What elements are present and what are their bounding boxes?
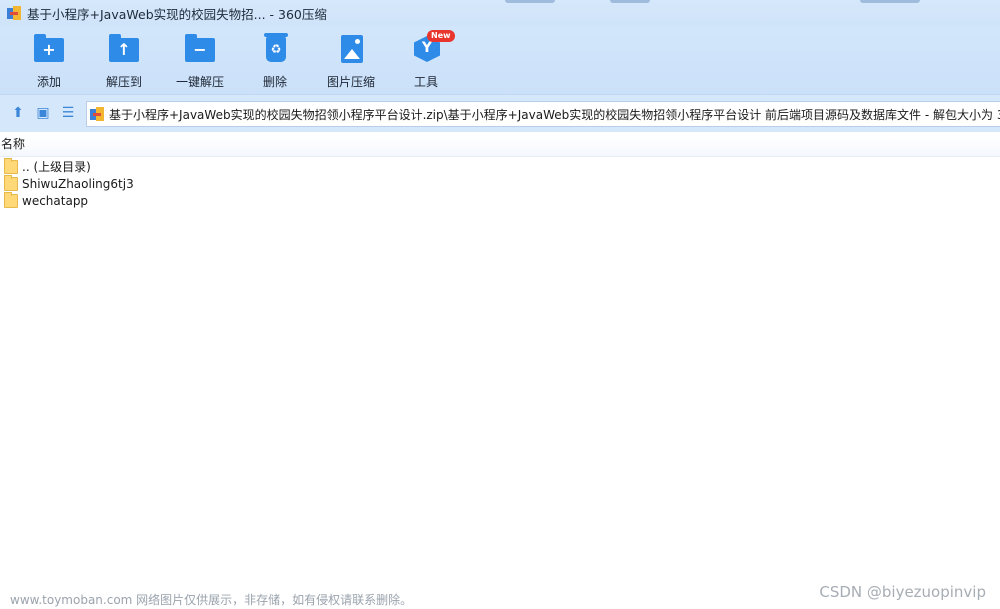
up-arrow-icon[interactable]: ⬆: [9, 104, 27, 122]
titlebar-decoration: [610, 0, 650, 3]
list-item-name: ShiwuZhaoling6tj3: [22, 176, 134, 191]
archive-icon: [90, 107, 104, 121]
one-click-extract-label: 一键解压: [175, 75, 224, 89]
titlebar-decoration: [860, 0, 920, 3]
file-list: 名称 .. (上级目录) ShiwuZhaoling6tj3 wechatapp: [0, 132, 1000, 609]
tools-label: 工具: [413, 75, 438, 89]
address-path: 基于小程序+JavaWeb实现的校园失物招领小程序平台设计.zip\基于小程序+…: [109, 107, 1000, 122]
extract-to-button[interactable]: ↑ 解压到: [84, 34, 164, 90]
window-title: 基于小程序+JavaWeb实现的校园失物招... - 360压缩: [27, 6, 327, 22]
list-item[interactable]: wechatapp: [4, 191, 89, 209]
extract-to-icon: ↑: [109, 34, 139, 64]
list-view-icon[interactable]: ☰: [59, 104, 77, 122]
column-header-name[interactable]: 名称: [0, 136, 1000, 157]
watermark-right: CSDN @biyezuopinvip: [819, 583, 986, 601]
tools-button[interactable]: Y New 工具: [386, 30, 466, 90]
list-item-name: wechatapp: [22, 193, 89, 208]
new-badge: New: [427, 30, 455, 42]
watermark-left: www.toymoban.com 网络图片仅供展示，非存储，如有侵权请联系删除。: [10, 593, 413, 607]
one-click-extract-button[interactable]: − 一键解压: [160, 34, 240, 90]
one-click-extract-icon: −: [185, 34, 215, 64]
folder-icon: [4, 174, 18, 191]
add-folder-icon: +: [34, 34, 64, 64]
toolbar: + 添加 ↑ 解压到 − 一键解压 ♻ 删除 图片压缩 Y New 工具: [0, 26, 1000, 94]
app-logo-icon: [7, 6, 21, 20]
delete-button[interactable]: ♻ 删除: [235, 33, 315, 90]
title-bar: 基于小程序+JavaWeb实现的校园失物招... - 360压缩: [0, 0, 1000, 26]
recycle-bin-icon: ♻: [260, 33, 290, 64]
list-item-name: .. (上级目录): [22, 160, 91, 174]
folder-icon: [4, 191, 18, 208]
folder-icon: [4, 157, 18, 174]
list-item[interactable]: .. (上级目录): [4, 157, 91, 175]
thumbnail-view-icon[interactable]: ▣: [34, 104, 52, 122]
address-bar[interactable]: 基于小程序+JavaWeb实现的校园失物招领小程序平台设计.zip\基于小程序+…: [86, 101, 1000, 127]
add-button[interactable]: + 添加: [9, 34, 89, 90]
titlebar-decoration: [505, 0, 555, 3]
add-label: 添加: [36, 75, 61, 89]
navigation-bar: ⬆ ▣ ☰ 基于小程序+JavaWeb实现的校园失物招领小程序平台设计.zip\…: [0, 94, 1000, 133]
delete-label: 删除: [262, 75, 287, 89]
list-item[interactable]: ShiwuZhaoling6tj3: [4, 174, 134, 192]
extract-to-label: 解压到: [105, 75, 142, 89]
image-compress-icon: [336, 34, 366, 64]
image-compress-button[interactable]: 图片压缩: [311, 34, 391, 90]
tools-icon: Y New: [411, 30, 455, 64]
image-compress-label: 图片压缩: [326, 75, 375, 89]
